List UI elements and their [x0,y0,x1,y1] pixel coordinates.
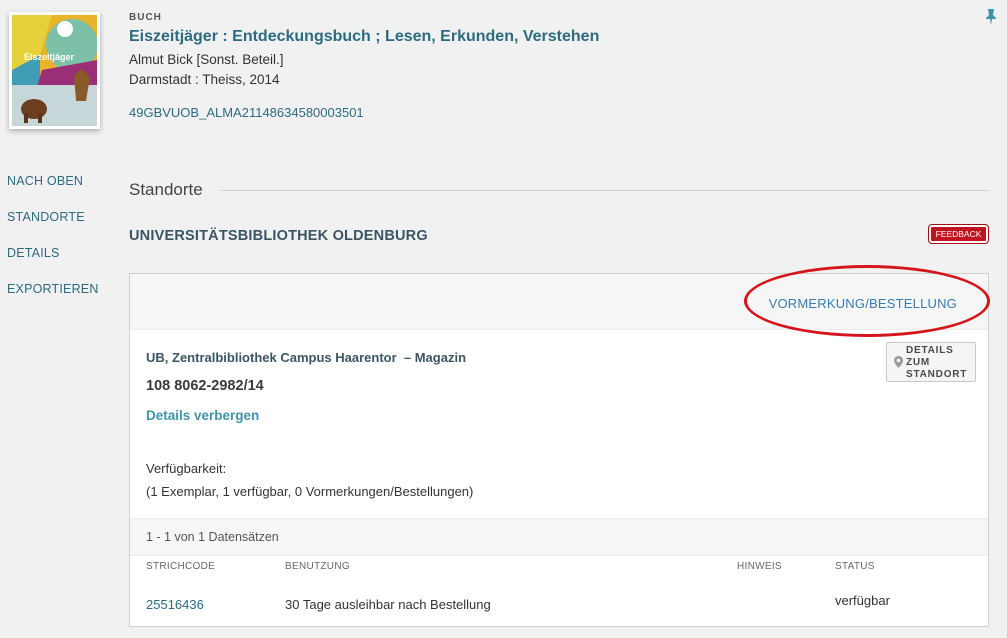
feedback-button[interactable]: FEEDBACK [928,224,989,244]
cover-title-text: Eiszeitjäger [24,52,75,62]
nav-item-details[interactable]: DETAILS [7,246,99,282]
section-divider [220,189,989,191]
column-header-barcode: STRICHCODE [146,561,216,572]
record-author: Almut Bick [Sonst. Beteil.] [129,52,284,67]
records-count-bar: 1 - 1 von 1 Datensätzen [130,518,988,556]
request-link[interactable]: VORMERKUNG/BESTELLUNG [769,296,957,311]
column-header-status: STATUS [835,561,875,572]
section-title: Standorte [129,180,203,199]
location-shelf: – Magazin [403,350,467,365]
record-type: BUCH [129,12,162,23]
holdings-panel-header: VORMERKUNG/BESTELLUNG [130,265,990,337]
column-header-note: HINWEIS [737,561,782,572]
record-title[interactable]: Eiszeitjäger : Entdeckungsbuch ; Lesen, … [129,28,969,46]
side-navigation: NACH OBEN STANDORTE DETAILS EXPORTIEREN [7,174,99,318]
barcode-link[interactable]: 25516436 [146,597,204,612]
call-number: 108 8062-2982/14 [146,378,264,394]
nav-item-export[interactable]: EXPORTIEREN [7,282,99,318]
book-cover[interactable]: Eiszeitjäger [9,12,100,129]
availability-label: Verfügbarkeit: [146,461,227,476]
record-id[interactable]: 49GBVUOB_ALMA21148634580003501 [129,105,969,120]
usage-cell: 30 Tage ausleihbar nach Bestellung [285,597,491,612]
location-details-button[interactable]: DETAILS ZUM STANDORT [886,342,976,382]
pin-icon[interactable] [983,8,999,26]
library-name: UNIVERSITÄTSBIBLIOTHEK OLDENBURG [129,228,428,244]
availability-detail: (1 Exemplar, 1 verfügbar, 0 Vormerkungen… [146,484,474,499]
column-header-usage: BENUTZUNG [285,561,350,572]
location-label: UB, Zentralbibliothek Campus Haarentor [146,350,397,365]
section-header: Standorte [129,180,989,200]
location-name: UB, Zentralbibliothek Campus Haarentor –… [146,350,466,365]
record-publisher: Darmstadt : Theiss, 2014 [129,72,280,87]
nav-item-locations[interactable]: STANDORTE [7,210,99,246]
holdings-panel: VORMERKUNG/BESTELLUNG UB, Zentralbibliot… [129,265,990,627]
status-cell: verfügbar [835,593,890,608]
hide-details-link[interactable]: Details verbergen [146,408,259,423]
location-details-line-3: STANDORT [906,369,968,380]
location-details-label: DETAILS ZUM STANDORT [906,345,967,381]
location-details-line-2: ZUM [906,357,931,368]
book-cover-image: Eiszeitjäger [12,15,97,126]
records-count: 1 - 1 von 1 Datensätzen [146,530,279,544]
nav-item-top[interactable]: NACH OBEN [7,174,99,210]
record-summary: BUCH Eiszeitjäger : Entdeckungsbuch ; Le… [129,12,969,120]
map-marker-icon [894,356,903,368]
location-details-line-1: DETAILS [906,345,954,356]
